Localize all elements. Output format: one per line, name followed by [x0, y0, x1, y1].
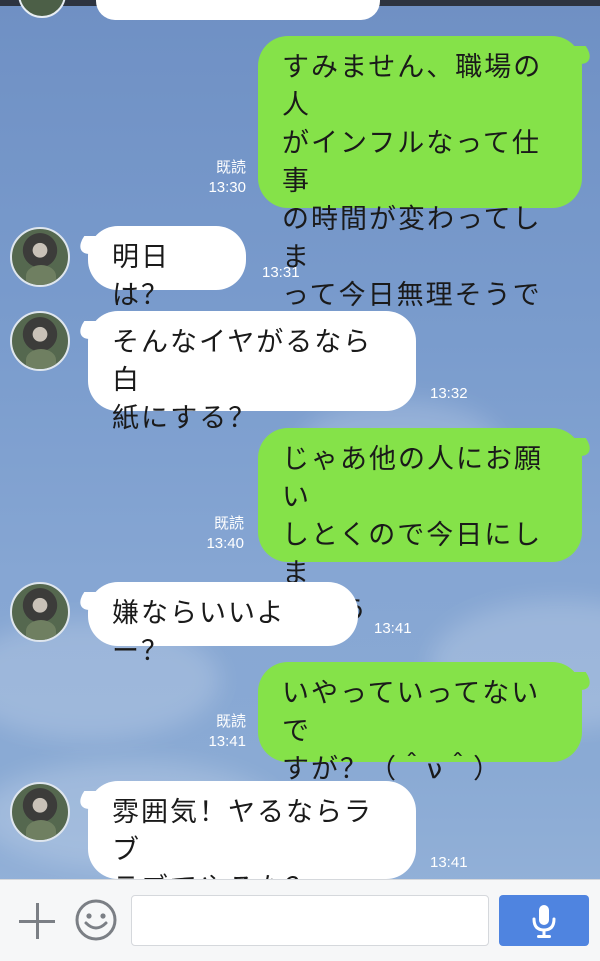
message-bubble-incoming[interactable]: 雰囲気！ヤるならラブ ラブでやろな？ — [88, 781, 416, 904]
read-receipt: 既読 13:40 — [198, 514, 244, 554]
message-bubble-outgoing[interactable]: すみません、職場の人 がインフルなって仕事 の時間が変わってしま って今日無理そ… — [258, 36, 582, 349]
message-list[interactable]: すみません、職場の人 がインフルなって仕事 の時間が変わってしま って今日無理そ… — [0, 0, 600, 904]
read-label: 既読 — [213, 515, 244, 532]
smiley-icon[interactable] — [74, 898, 118, 942]
message-timestamp: 13:41 — [208, 733, 246, 750]
message-timestamp: 13:40 — [206, 535, 244, 552]
message-bubble-incoming[interactable]: 明日は？ — [88, 226, 246, 311]
plus-icon[interactable] — [16, 900, 58, 942]
message-bubble-outgoing[interactable]: いやっていってないで すが？（＾ν＾） — [258, 662, 582, 785]
read-receipt: 既読 13:41 — [200, 712, 246, 752]
message-timestamp: 13:31 — [262, 264, 300, 281]
message-timestamp: 13:41 — [374, 620, 412, 637]
message-bubble-incoming[interactable]: 嫌ならいいよー？ — [88, 582, 358, 667]
message-timestamp: 13:41 — [430, 854, 468, 871]
read-receipt: 既読 13:30 — [200, 158, 246, 198]
message-input[interactable] — [131, 895, 489, 946]
read-label: 既読 — [215, 159, 246, 176]
message-bubble-incoming[interactable]: そんなイヤがるなら白 紙にする？ — [88, 311, 416, 434]
microphone-icon — [532, 904, 556, 938]
avatar[interactable] — [10, 782, 70, 842]
avatar[interactable] — [10, 227, 70, 287]
read-label: 既読 — [215, 713, 246, 730]
message-timestamp: 13:32 — [430, 385, 468, 402]
voice-button[interactable] — [499, 895, 589, 946]
message-timestamp: 13:30 — [208, 179, 246, 196]
avatar[interactable] — [10, 311, 70, 371]
message-input-bar — [0, 879, 600, 961]
message-bubble-outgoing[interactable]: じゃあ他の人にお願い しとくので今日にしま しょう — [258, 428, 582, 627]
avatar[interactable] — [10, 582, 70, 642]
